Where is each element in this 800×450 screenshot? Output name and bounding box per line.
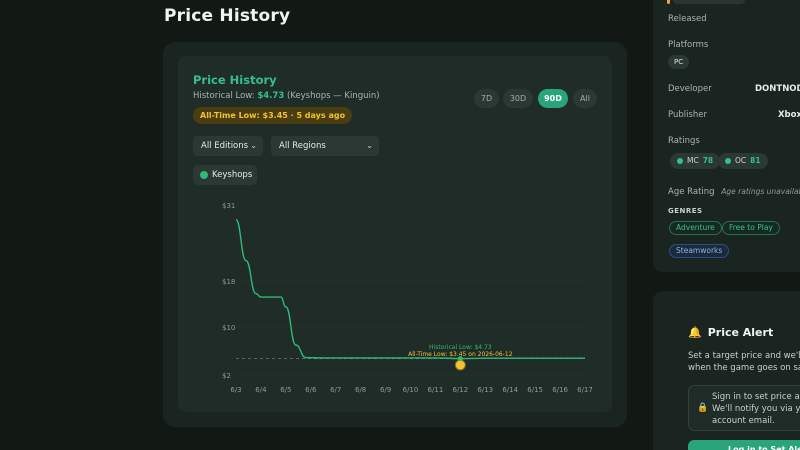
platform-chip-pc: PC — [668, 55, 690, 69]
x-tick-label: 6/11 — [428, 386, 444, 394]
login-to-set-alert-button[interactable]: Log in to Set Alert — [688, 440, 800, 450]
price-alert-title-text: Price Alert — [707, 326, 774, 339]
rating-chip-mc[interactable]: MC 78 — [670, 153, 721, 169]
all-time-low-marker — [454, 359, 466, 371]
rating-source: MC — [687, 156, 699, 165]
x-tick-label: 6/16 — [552, 386, 568, 394]
annotation-historical-low: Historical Low: $4.73 — [429, 344, 492, 351]
signin-line: account email. — [712, 416, 775, 426]
tag-steamworks[interactable]: Steamworks — [669, 244, 730, 258]
accent-bar — [667, 0, 670, 4]
price-alert-description: Set a target price and we'll e when the … — [688, 350, 800, 374]
x-tick-label: 6/4 — [255, 386, 267, 394]
age-rating-value: Age ratings unavailable — [721, 187, 800, 196]
rating-dot-icon — [725, 158, 731, 164]
y-tick-label: $10 — [222, 324, 235, 332]
released-label: Released — [668, 14, 707, 24]
x-tick-label: 6/15 — [527, 386, 543, 394]
developer-label: Developer — [668, 84, 712, 94]
x-tick-label: 6/8 — [355, 386, 366, 394]
y-tick-label: $18 — [222, 278, 235, 286]
series-line — [235, 218, 585, 360]
x-tick-label: 6/14 — [502, 386, 518, 394]
ratings-label: Ratings — [668, 136, 700, 146]
price-alert-desc-line: when the game goes on sale — [688, 363, 800, 373]
x-tick-label: 6/17 — [577, 386, 593, 394]
x-tick-label: 6/10 — [403, 386, 419, 394]
top-bar-fragment — [673, 0, 745, 4]
x-tick-label: 6/3 — [230, 386, 241, 394]
platforms-label: Platforms — [668, 40, 709, 50]
age-rating-label: Age Rating Age ratings unavailable — [668, 187, 800, 197]
rating-score: 78 — [702, 156, 714, 165]
rating-dot-icon — [677, 158, 683, 164]
developer-value[interactable]: DONTNOD E — [755, 84, 800, 94]
signin-line: Sign in to set price ale — [712, 392, 800, 402]
bell-icon: 🔔 — [688, 326, 702, 339]
x-tick-label: 6/12 — [452, 386, 468, 394]
rating-source: OC — [735, 156, 747, 165]
genre-tag-adventure[interactable]: Adventure — [669, 221, 722, 235]
x-tick-label: 6/13 — [477, 386, 493, 394]
signin-notice-text: Sign in to set price ale We'll notify yo… — [712, 391, 800, 427]
lock-icon: 🔒 — [697, 403, 709, 413]
publisher-value[interactable]: Xbox — [778, 110, 800, 120]
x-tick-label: 6/6 — [305, 386, 317, 394]
historical-low-marker — [457, 356, 463, 362]
signin-line: We'll notify you via you — [712, 404, 800, 414]
rating-score: 81 — [750, 156, 761, 165]
signin-notice: 🔒 Sign in to set price ale We'll notify … — [688, 385, 800, 431]
y-tick-label: $31 — [222, 202, 235, 210]
x-tick-label: 6/9 — [380, 386, 391, 394]
x-tick-label: 6/5 — [280, 386, 291, 394]
publisher-label: Publisher — [668, 110, 708, 120]
y-tick-label: $2 — [222, 372, 231, 380]
age-rating-label-text: Age Rating — [668, 187, 715, 197]
genres-label: GENRES — [668, 207, 703, 215]
x-tick-label: 6/7 — [330, 386, 341, 394]
price-alert-desc-line: Set a target price and we'll e — [688, 351, 800, 361]
price-alert-title: 🔔 Price Alert — [688, 326, 773, 339]
rating-chip-oc[interactable]: OC 81 — [718, 153, 768, 169]
genre-tag-free-to-play[interactable]: Free to Play — [722, 221, 780, 235]
